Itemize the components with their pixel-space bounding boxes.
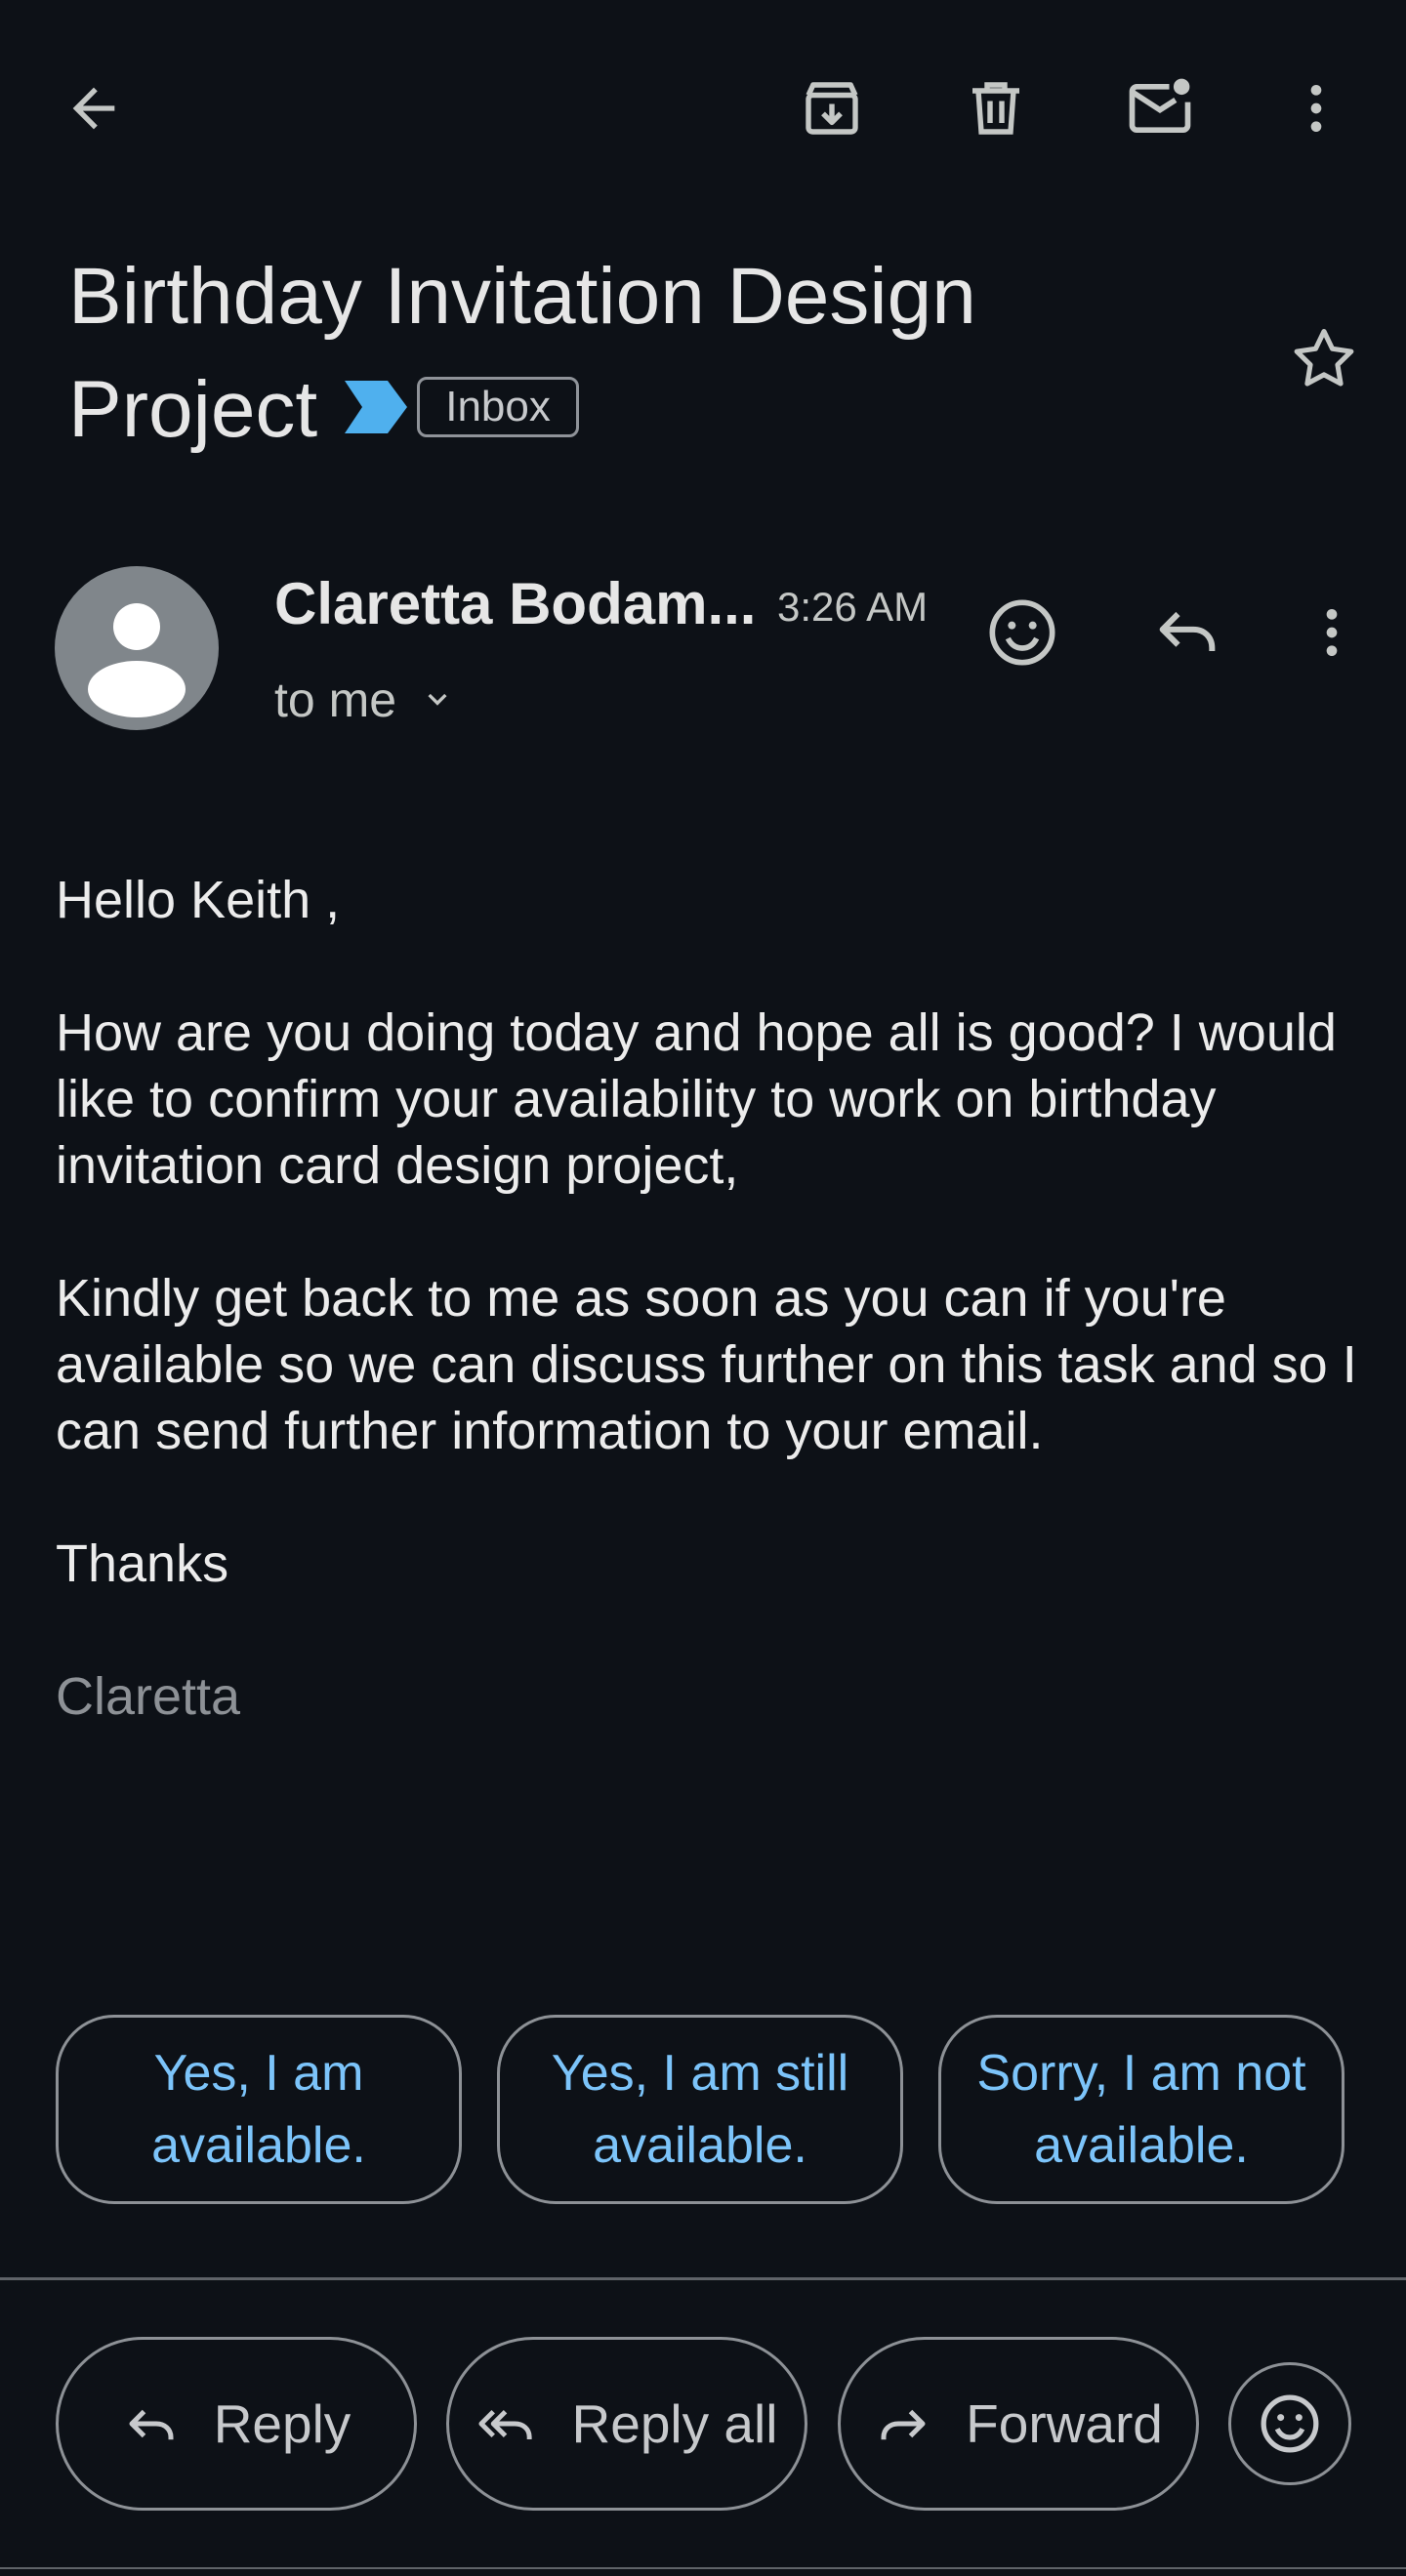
reply-button[interactable]: Reply xyxy=(56,2337,417,2511)
emoji-reaction-button[interactable] xyxy=(1228,2362,1351,2485)
closing: Thanks xyxy=(56,1534,229,1593)
more-options-button[interactable] xyxy=(1269,61,1363,155)
more-vert-icon xyxy=(1310,85,1322,132)
body-paragraph: How are you doing today and hope all is … xyxy=(56,1003,1337,1195)
emoji-icon xyxy=(1261,2394,1319,2453)
reply-all-button[interactable]: Reply all xyxy=(446,2337,807,2511)
forward-button[interactable]: Forward xyxy=(838,2337,1199,2511)
forward-label: Forward xyxy=(966,2393,1163,2454)
reply-icon xyxy=(1159,611,1216,651)
mark-unread-button[interactable] xyxy=(1113,61,1207,155)
archive-button[interactable] xyxy=(785,61,879,155)
email-subject: Birthday Invitation Design Project Inbox xyxy=(68,240,1240,471)
signature: Claretta xyxy=(56,1667,241,1726)
reply-label: Reply xyxy=(213,2393,352,2454)
delete-button[interactable] xyxy=(949,61,1043,155)
add-reaction-button[interactable] xyxy=(975,586,1069,679)
message-more-button[interactable] xyxy=(1285,586,1379,679)
star-outline-icon xyxy=(1294,328,1354,387)
mail-unread-icon xyxy=(1129,78,1191,134)
emoji-icon xyxy=(989,599,1055,666)
archive-icon xyxy=(806,82,858,135)
inbox-label-badge[interactable]: Inbox xyxy=(417,377,579,438)
smart-reply-chip[interactable]: Sorry, I am not available. xyxy=(938,2015,1344,2204)
avatar[interactable] xyxy=(55,566,219,730)
reply-icon xyxy=(129,2409,174,2440)
star-button[interactable] xyxy=(1277,312,1371,406)
arrow-left-icon xyxy=(72,87,115,130)
recipient-label: to me xyxy=(274,673,397,727)
divider xyxy=(0,2277,1406,2280)
more-vert-icon xyxy=(1326,609,1338,656)
greeting: Hello Keith , xyxy=(56,871,341,929)
recipient-toggle[interactable]: to me xyxy=(274,672,457,728)
reply-all-icon xyxy=(477,2409,532,2439)
trash-icon xyxy=(972,82,1019,135)
message-time: 3:26 AM xyxy=(777,584,929,630)
person-icon xyxy=(88,603,186,717)
sender-name[interactable]: Claretta Bodam... xyxy=(274,570,756,637)
divider xyxy=(0,2567,1406,2569)
smart-reply-chip[interactable]: Yes, I am still available. xyxy=(497,2015,903,2204)
body-paragraph: Kindly get back to me as soon as you can… xyxy=(56,1269,1357,1460)
chevron-down-icon xyxy=(428,693,447,706)
back-button[interactable] xyxy=(47,61,141,155)
important-marker-icon xyxy=(345,350,408,464)
smart-reply-chip[interactable]: Yes, I am available. xyxy=(56,2015,462,2204)
reply-all-label: Reply all xyxy=(571,2393,778,2454)
forward-icon xyxy=(881,2409,926,2440)
reply-icon-button[interactable] xyxy=(1140,586,1234,679)
